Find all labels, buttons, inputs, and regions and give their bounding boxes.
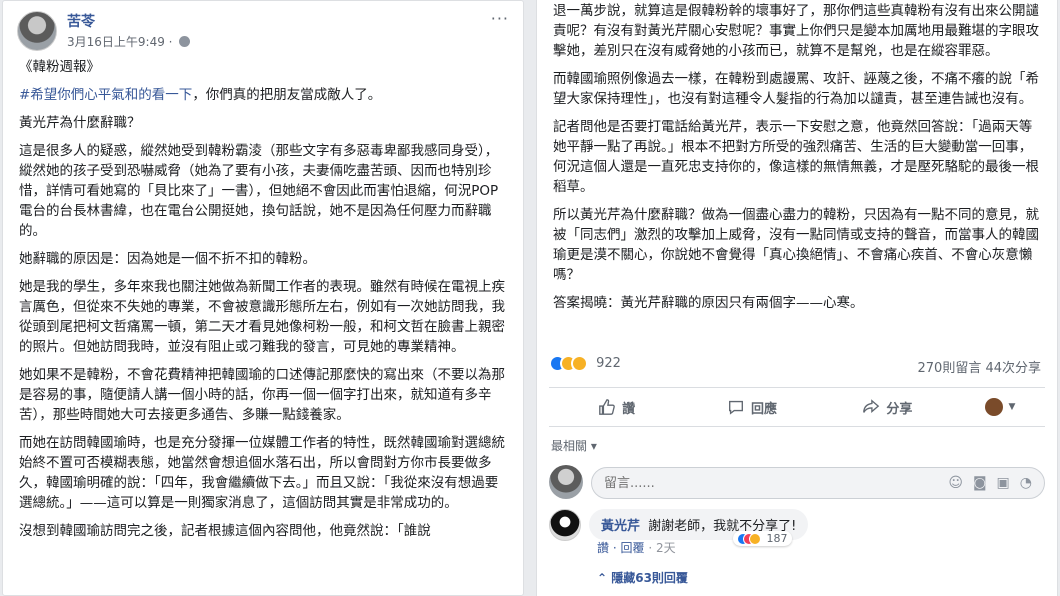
post-paragraph: 這是很多人的疑惑，縱然她受到韓粉霸淩（那些文字有多惡毒卑鄙我感同身受），縱然她的… — [19, 143, 499, 239]
comment-label: 回應 — [750, 401, 777, 417]
page-avatar — [984, 398, 1003, 416]
gif-icon[interactable]: ▣ — [997, 475, 1010, 491]
comments-shares-count[interactable]: 270則留言 44次分享 — [918, 357, 1042, 376]
comment-item: 黃光芹 謝謝老師，我就不分享了! 187 讚 · 回覆 · 2天 — [549, 509, 1045, 561]
post-card-right: 退一萬步說，就算這是假韓粉幹的壞事好了，那你們這些真韓粉有沒有出來公開譴責呢？有… — [536, 0, 1058, 596]
comment-reactions[interactable]: 187 — [733, 531, 792, 546]
post-header: 苦苓 3月16日上午9:49 · ··· — [3, 1, 523, 57]
hashtag-link[interactable]: #希望你們心平氣和的看一下 — [19, 87, 192, 103]
comment-icon — [729, 400, 743, 415]
comment-sort-dropdown[interactable]: 最相關 ▾ — [551, 437, 597, 454]
camera-icon[interactable]: ◙ — [973, 475, 987, 491]
action-bar: 讚 回應 分享 ▼ — [549, 387, 1045, 427]
globe-icon — [179, 36, 191, 47]
post-paragraph: 她如果不是韓粉，不會花費精神把韓國瑜的口述傳記那麼快的寫出來（不要以為那是容易的… — [19, 367, 505, 423]
post-paragraph: 沒想到韓國瑜訪問完之後，記者根據這個內容問他，他竟然說：「誰說 — [19, 523, 431, 539]
hidden-replies-label: 隱藏63則回覆 — [611, 571, 688, 585]
caret-down-icon: ▼ — [1008, 402, 1016, 412]
chevron-up-icon: ⌃ — [597, 571, 612, 585]
comment-button[interactable]: 回應 — [684, 388, 819, 426]
post-paragraph: 黃光芹為什麼辭職？ — [19, 115, 141, 131]
post-paragraph: 退一萬步說，就算這是假韓粉幹的壞事好了，那你們這些真韓粉有沒有出來公開譴責呢？有… — [553, 3, 1039, 59]
comment-reaction-count: 187 — [766, 532, 788, 545]
haha-reaction-icon — [749, 533, 761, 545]
post-paragraph: 她辭職的原因是：因為她是一個不折不扣的韓粉。 — [19, 251, 316, 267]
post-paragraph: 記者問他是否要打電話給黃光芹，表示一下安慰之意，他竟然回答說：「過兩天等她平靜一… — [553, 119, 1039, 195]
post-paragraph: 而韓國瑜照例像過去一樣，在韓粉到處謾罵、攻訐、誣蔑之後，不痛不癢的說「希望大家保… — [553, 71, 1039, 107]
post-paragraph: 所以黃光芹為什麼辭職？做為一個盡心盡力的韓粉，只因為有一點不同的意見，就被「同志… — [553, 207, 1039, 283]
comment-meta: 讚 · 回覆 · 2天 — [597, 541, 676, 555]
comment-input[interactable] — [604, 475, 949, 491]
share-icon — [863, 399, 880, 413]
hashtag-rest: ，你們真的把朋友當成敵人了。 — [192, 87, 382, 103]
author-name[interactable]: 苦苓 — [67, 11, 95, 31]
comment-time[interactable]: · 2天 — [648, 541, 675, 555]
author-avatar[interactable] — [17, 11, 57, 51]
wow-reaction-icon — [571, 355, 588, 372]
share-button[interactable]: 分享 — [820, 388, 955, 426]
reaction-icons[interactable] — [549, 355, 588, 372]
like-button[interactable]: 讚 — [549, 388, 684, 426]
reaction-count[interactable]: 922 — [596, 356, 621, 371]
commenter-name[interactable]: 黃光芹 — [601, 519, 640, 534]
like-label: 讚 — [622, 401, 636, 417]
post-paragraph: 而她在訪問韓國瑜時，也是充分發揮一位媒體工作者的特性，既然韓國瑜對選總統始終不置… — [19, 435, 505, 511]
hashtag-paragraph: #希望你們心平氣和的看一下，你們真的把朋友當成敵人了。 — [19, 85, 507, 105]
reaction-stats: 922 270則留言 44次分享 — [549, 355, 1045, 377]
more-options-icon[interactable]: ··· — [491, 9, 509, 28]
post-body-right: 退一萬步說，就算這是假韓粉幹的壞事好了，那你們這些真韓粉有沒有出來公開譴責呢？有… — [537, 0, 1057, 313]
commenter-avatar[interactable] — [549, 509, 581, 541]
emoji-icon[interactable]: ☺ — [948, 475, 963, 491]
comment-compose: ☺ ◙ ▣ ◔ — [549, 465, 1045, 501]
share-label: 分享 — [886, 401, 913, 417]
compose-icons: ☺ ◙ ▣ ◔ — [948, 475, 1032, 491]
post-card-left: 苦苓 3月16日上午9:49 · ··· 《韓粉週報》 #希望你們心平氣和的看一… — [2, 0, 524, 596]
audience-selector[interactable]: ▼ — [955, 388, 1045, 426]
hidden-replies-link[interactable]: ⌃ 隱藏63則回覆 — [597, 569, 688, 586]
post-paragraph: 《韓粉週報》 — [19, 59, 100, 75]
comment-like-link[interactable]: 讚 — [597, 541, 609, 555]
sticker-icon[interactable]: ◔ — [1020, 475, 1032, 491]
post-timestamp[interactable]: 3月16日上午9:49 · — [67, 33, 191, 50]
comment-field[interactable]: ☺ ◙ ▣ ◔ — [591, 467, 1045, 499]
comment-reply-link[interactable]: 回覆 — [620, 541, 644, 555]
post-paragraph: 她是我的學生，多年來我也關注她做為新聞工作者的表現。雖然有時候在電視上疾言厲色，… — [19, 279, 505, 355]
post-paragraph: 答案揭曉：黃光芹辭職的原因只有兩個字——心寒。 — [553, 295, 864, 311]
post-time-text[interactable]: 3月16日上午9:49 · — [67, 35, 176, 49]
post-body-left: 《韓粉週報》 #希望你們心平氣和的看一下，你們真的把朋友當成敵人了。 黃光芹為什… — [3, 57, 523, 541]
viewer-avatar — [549, 465, 583, 499]
thumbs-up-icon — [599, 399, 616, 415]
